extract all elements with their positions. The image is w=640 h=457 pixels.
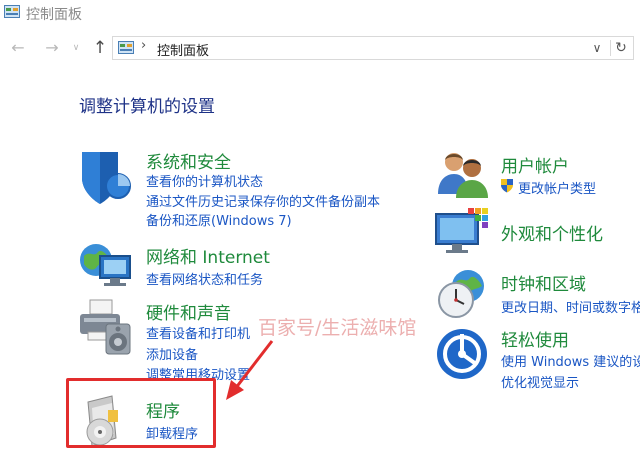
shield-icon: [82, 152, 131, 204]
appearance-icon: [435, 208, 488, 253]
category-title-system-security[interactable]: 系统和安全: [146, 148, 231, 173]
link-file-history-backup[interactable]: 通过文件历史记录保存你的文件备份副本: [146, 191, 380, 210]
control-panel-icon: [4, 5, 20, 18]
ease-of-access-icon: [437, 329, 487, 379]
refresh-icon: ↻: [615, 40, 627, 56]
title-bar: 控制面板: [0, 0, 640, 30]
clock-globe-icon: [438, 270, 484, 318]
link-change-date-time-format[interactable]: 更改日期、时间或数字格式: [501, 297, 640, 316]
breadcrumb-separator[interactable]: ›: [141, 38, 146, 53]
category-title-hardware-sound[interactable]: 硬件和声音: [146, 299, 231, 324]
category-title-appearance[interactable]: 外观和个性化: [501, 220, 603, 245]
category-title-network-internet[interactable]: 网络和 Internet: [146, 243, 270, 268]
printer-icon: [80, 299, 131, 355]
control-panel-icon: [118, 41, 134, 54]
chevron-down-icon: ∨: [592, 41, 602, 55]
users-icon: [438, 153, 488, 198]
up-button[interactable]: ↑: [90, 38, 110, 58]
page-title: 调整计算机的设置: [79, 97, 215, 117]
arrow-right-icon: →: [45, 38, 59, 57]
link-backup-restore[interactable]: 备份和还原(Windows 7): [146, 210, 292, 229]
refresh-button[interactable]: ↻: [611, 37, 631, 59]
highlight-box: [66, 378, 216, 448]
chevron-down-icon: ∨: [72, 43, 80, 53]
network-globe-icon: [80, 244, 131, 286]
uac-shield-icon: [500, 178, 514, 197]
link-add-device[interactable]: 添加设备: [146, 344, 198, 363]
link-network-status[interactable]: 查看网络状态和任务: [146, 269, 263, 288]
breadcrumb-control-panel[interactable]: 控制面板: [157, 40, 209, 59]
address-bar[interactable]: › 控制面板 ∨ ↻: [112, 36, 634, 60]
link-change-account-type[interactable]: 更改帐户类型: [518, 178, 596, 197]
back-button[interactable]: ←: [8, 38, 28, 58]
category-title-clock-region[interactable]: 时钟和区域: [501, 270, 586, 295]
link-devices-printers[interactable]: 查看设备和打印机: [146, 323, 250, 342]
category-title-user-accounts[interactable]: 用户帐户: [501, 152, 569, 177]
arrow-up-icon: ↑: [92, 38, 108, 58]
watermark: 百家号/生活滋味馆: [258, 317, 417, 339]
link-windows-recommended-settings[interactable]: 使用 Windows 建议的设置: [501, 351, 640, 370]
link-optimize-visual-display[interactable]: 优化视觉显示: [501, 372, 579, 391]
recent-locations-button[interactable]: ∨: [66, 38, 86, 58]
forward-button[interactable]: →: [42, 38, 62, 58]
window-title: 控制面板: [26, 7, 82, 23]
link-view-computer-status[interactable]: 查看你的计算机状态: [146, 171, 263, 190]
navigation-bar: ← → ∨ ↑ › 控制面板 ∨ ↻: [0, 32, 640, 64]
address-dropdown-button[interactable]: ∨: [587, 37, 607, 59]
category-title-ease-of-access[interactable]: 轻松使用: [501, 326, 569, 351]
arrow-left-icon: ←: [11, 38, 25, 57]
